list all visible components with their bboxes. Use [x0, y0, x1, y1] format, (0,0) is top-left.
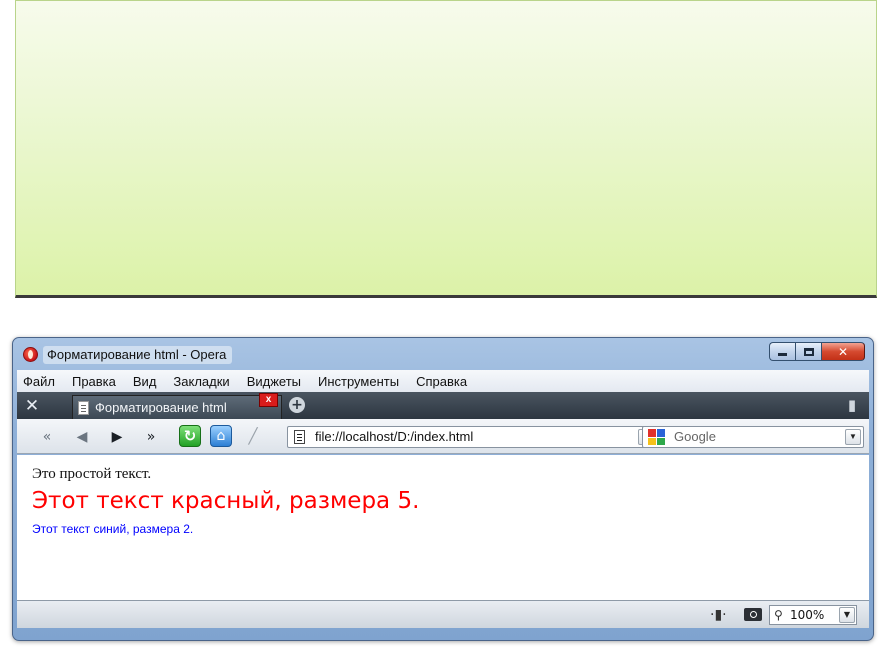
- search-bar[interactable]: Google ▼: [642, 426, 864, 448]
- home-icon: ⌂: [216, 428, 226, 444]
- turbo-icon[interactable]: ·▮·: [710, 607, 727, 623]
- reload-button[interactable]: ↻: [179, 425, 201, 447]
- forward-arrow-icon: ▶: [111, 429, 123, 445]
- menu-item-edit[interactable]: Правка: [72, 374, 116, 389]
- navigation-toolbar: « ◀ ▶ » ↻ ⌂ ╱ file://localhost/D:/index.…: [17, 419, 869, 454]
- tab-label: Форматирование html: [95, 400, 227, 415]
- rewind-icon: «: [42, 429, 52, 445]
- menu-bar: Файл Правка Вид Закладки Виджеты Инструм…: [17, 370, 869, 392]
- panel-toggle-button[interactable]: ✕: [21, 395, 43, 417]
- close-button[interactable]: ✕: [821, 342, 865, 361]
- new-tab-button[interactable]: +: [289, 397, 305, 413]
- status-bar: ·▮· ⚲ 100% ▼: [17, 600, 869, 628]
- wand-icon: ╱: [248, 427, 258, 445]
- back-arrow-icon: ◀: [76, 429, 88, 445]
- blue-text-line: Этот текст синий, размера 2.: [32, 522, 194, 536]
- close-icon: x: [265, 394, 272, 405]
- plain-text-line: Это простой текст.: [32, 466, 152, 482]
- search-input[interactable]: Google: [674, 429, 716, 444]
- page-icon: [294, 430, 305, 444]
- title-bar[interactable]: Форматирование html - Opera ✕: [13, 338, 873, 368]
- trash-button[interactable]: ▮: [845, 396, 859, 414]
- code-panel: [15, 0, 877, 298]
- reload-icon: ↻: [183, 427, 197, 445]
- menu-item-widgets[interactable]: Виджеты: [247, 374, 301, 389]
- red-text-line: Этот текст красный, размера 5.: [32, 488, 420, 514]
- screenshot-stage: Форматирование html - Opera ✕ Файл Правк…: [0, 0, 883, 658]
- menu-item-view[interactable]: Вид: [133, 374, 157, 389]
- zoom-dropdown-button[interactable]: ▼: [839, 607, 855, 623]
- tab-close-button[interactable]: x: [259, 393, 278, 407]
- google-icon: [648, 429, 665, 445]
- page-content: Это простой текст. Этот текст красный, р…: [17, 455, 869, 600]
- opera-icon[interactable]: [23, 347, 38, 362]
- zoom-control[interactable]: ⚲ 100% ▼: [769, 605, 857, 625]
- search-engine-dropdown-button[interactable]: ▼: [845, 429, 861, 445]
- minimize-icon: [778, 353, 787, 356]
- plus-icon: +: [291, 397, 303, 413]
- zoom-value: 100%: [790, 608, 825, 622]
- forward-button[interactable]: ▶: [107, 428, 127, 446]
- minimize-button[interactable]: [769, 342, 795, 361]
- back-button[interactable]: ◀: [72, 428, 92, 446]
- browser-window: Форматирование html - Opera ✕ Файл Правк…: [12, 337, 874, 641]
- fast-forward-icon: »: [146, 429, 156, 445]
- rewind-button[interactable]: «: [37, 428, 57, 446]
- home-button[interactable]: ⌂: [210, 425, 232, 447]
- tab-bar: ✕ Форматирование html x + ▮: [17, 392, 869, 419]
- trash-icon: ▮: [847, 396, 857, 414]
- tab-active[interactable]: Форматирование html x: [72, 393, 282, 419]
- window-controls: ✕: [769, 342, 865, 362]
- maximize-icon: [803, 347, 814, 356]
- fast-forward-button[interactable]: »: [141, 428, 161, 446]
- menu-item-help[interactable]: Справка: [416, 374, 467, 389]
- menu-item-tools[interactable]: Инструменты: [318, 374, 399, 389]
- maximize-button[interactable]: [795, 342, 821, 361]
- document-icon: [78, 401, 89, 415]
- menu-item-bookmarks[interactable]: Закладки: [173, 374, 229, 389]
- chevron-down-icon: ▼: [849, 432, 857, 441]
- magnifier-icon: ⚲: [774, 608, 783, 622]
- wand-button[interactable]: ╱: [243, 427, 263, 447]
- address-bar[interactable]: file://localhost/D:/index.html ▼: [287, 426, 657, 448]
- tools-icon: ✕: [24, 396, 40, 416]
- menu-item-file[interactable]: Файл: [23, 374, 55, 389]
- window-title: Форматирование html - Opera: [43, 346, 233, 364]
- camera-icon[interactable]: [744, 608, 762, 621]
- chevron-down-icon: ▼: [843, 610, 851, 619]
- address-input[interactable]: file://localhost/D:/index.html: [315, 429, 473, 444]
- close-icon: ✕: [837, 344, 849, 359]
